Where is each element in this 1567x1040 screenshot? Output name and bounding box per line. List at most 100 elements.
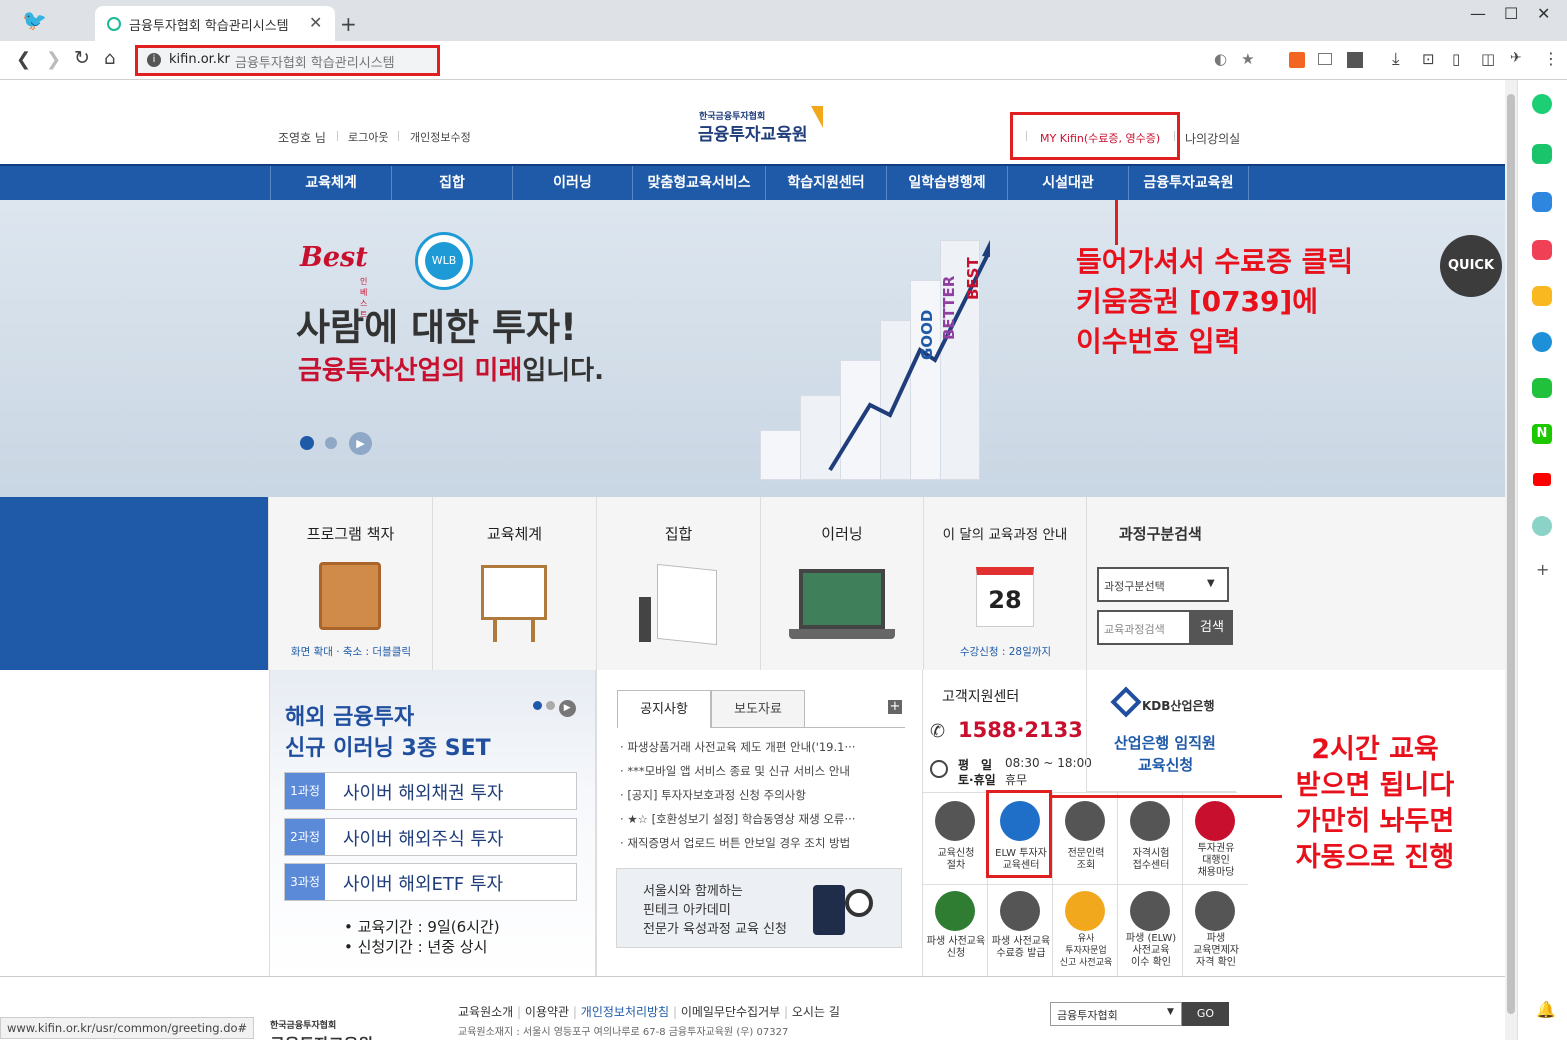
- nav-group[interactable]: 집합: [391, 166, 512, 200]
- course-type-select[interactable]: 과정구분선택 ▼: [1097, 567, 1229, 602]
- annotation-line: 들어가셔서 수료증 클릭: [1076, 245, 1354, 278]
- minimize-icon[interactable]: —: [1470, 4, 1486, 23]
- logout-link[interactable]: 로그아웃: [348, 129, 388, 145]
- sidebar-app-icon[interactable]: [1532, 94, 1552, 114]
- naver-icon[interactable]: N: [1532, 424, 1552, 444]
- privacy-edit-link[interactable]: 개인정보수정: [410, 129, 471, 145]
- svc-exam[interactable]: 자격시험 접수센터: [1118, 793, 1183, 884]
- new-tab-button[interactable]: +: [340, 12, 357, 36]
- notice-more-icon[interactable]: +: [888, 700, 902, 714]
- nav-facility-rental[interactable]: 시설대관: [1007, 166, 1128, 200]
- notice-item[interactable]: · 재직증명서 업로드 버튼 안보일 경우 조치 방법: [620, 835, 850, 851]
- profile-icon[interactable]: ✈: [1510, 50, 1522, 66]
- course-item-1[interactable]: 1과정 사이버 해외채권 투자: [284, 772, 577, 810]
- banner-dot[interactable]: [325, 437, 337, 449]
- svc-elw-confirm[interactable]: 파생 (ELW) 사전교육 이수 확인: [1118, 885, 1183, 976]
- document-icon: [1195, 891, 1235, 931]
- notice-item-text: 파생상품거래 사전교육 제도 개편 안내('19.1···: [627, 740, 856, 754]
- banner-play-icon[interactable]: ▶: [349, 432, 372, 455]
- nav-learning-support[interactable]: 학습지원센터: [765, 166, 886, 200]
- reload-icon[interactable]: ↻: [74, 47, 90, 69]
- nav-work-study[interactable]: 일학습병행제: [886, 166, 1007, 200]
- svc-exempt[interactable]: 파생 교육면제자 자격 확인: [1183, 885, 1248, 976]
- banner-dot-active[interactable]: [300, 436, 314, 450]
- svc-recruit[interactable]: 투자권유 대행인 채용마당: [1183, 793, 1248, 884]
- course-search-input[interactable]: 교육과정검색: [1097, 610, 1191, 645]
- notice-item[interactable]: · 파생상품거래 사전교육 제도 개편 안내('19.1···: [620, 739, 855, 755]
- site-info-icon[interactable]: i: [147, 53, 161, 67]
- promo-dot-active[interactable]: [533, 701, 542, 710]
- home-icon[interactable]: ⌂: [104, 48, 115, 69]
- add-sidebar-icon[interactable]: +: [1536, 560, 1549, 579]
- browser-tab[interactable]: 금융투자협회 학습관리시스템 ✕: [95, 6, 335, 41]
- search-button[interactable]: 검색: [1191, 610, 1233, 645]
- youtube-icon[interactable]: [1533, 473, 1551, 486]
- sidebar-app-icon[interactable]: [1532, 144, 1552, 164]
- go-button[interactable]: GO: [1182, 1002, 1229, 1026]
- extension-icon-3[interactable]: [1347, 52, 1363, 68]
- fintech-banner[interactable]: 서울시와 함께하는 핀테크 아카데미 전문가 육성과정 교육 신청: [616, 868, 902, 948]
- weekday-hours: 08:30 ~ 18:00: [1005, 756, 1092, 770]
- back-icon[interactable]: ❮: [16, 49, 31, 70]
- nav-education-system[interactable]: 교육체계: [270, 166, 391, 200]
- tile-elearning[interactable]: 이러닝: [760, 497, 923, 670]
- tile-group[interactable]: 집합: [596, 497, 760, 670]
- footer-link[interactable]: 교육원소개: [458, 1005, 513, 1019]
- sidebar-app-icon[interactable]: [1532, 516, 1552, 536]
- notice-tab[interactable]: 보도자료: [711, 690, 805, 728]
- reader-icon[interactable]: ▯: [1452, 50, 1460, 68]
- tile-monthly-courses[interactable]: 이 달의 교육과정 안내 28 수강신청 : 28일까지: [923, 497, 1086, 670]
- tile-education-system[interactable]: 교육체계: [432, 497, 596, 670]
- banner-subline-tail: 입니다.: [522, 356, 604, 386]
- svc-derivative-cert[interactable]: 파생 사전교육 수료증 발급: [988, 885, 1053, 976]
- extension-icon[interactable]: [1289, 52, 1305, 68]
- edge-icon[interactable]: [1532, 332, 1552, 352]
- sidebar-app-icon[interactable]: [1532, 378, 1552, 398]
- footer-link[interactable]: 이메일무단수집거부: [681, 1005, 780, 1019]
- sidebar-toggle-icon[interactable]: ◫: [1481, 50, 1495, 68]
- my-kifin-link[interactable]: MY Kifin(수료증, 영수증): [1040, 130, 1160, 146]
- vertical-scrollbar[interactable]: [1505, 80, 1517, 1040]
- tab-close-icon[interactable]: ✕: [309, 13, 322, 32]
- nav-kifin[interactable]: 금융투자교육원: [1128, 166, 1249, 200]
- svc-derivative-apply[interactable]: 파생 사전교육 신청: [923, 885, 988, 976]
- svc-advisory[interactable]: 유사 투자자문업 신고 사전교육: [1053, 885, 1118, 976]
- forward-icon[interactable]: ❯: [46, 49, 61, 70]
- maximize-icon[interactable]: ☐: [1504, 4, 1518, 23]
- screenshot-icon[interactable]: ⊡: [1422, 50, 1435, 68]
- pocket-icon[interactable]: [1532, 240, 1552, 260]
- footer-link[interactable]: 이용약관: [525, 1005, 569, 1019]
- footer-link[interactable]: 오시는 길: [792, 1005, 840, 1019]
- download-icon[interactable]: ⤓: [1392, 49, 1400, 69]
- course-item-2[interactable]: 2과정 사이버 해외주식 투자: [284, 818, 577, 856]
- svc-procedure[interactable]: 교육신청 절차: [923, 793, 988, 884]
- my-classroom-link[interactable]: 나의강의실: [1185, 130, 1240, 147]
- address-bar[interactable]: i kifin.or.kr 금융투자협회 학습관리시스템: [135, 45, 440, 76]
- family-site-select[interactable]: 금융투자협회 ▼: [1050, 1002, 1182, 1026]
- notice-item[interactable]: · [공지] 투자자보호과정 신청 주의사항: [620, 787, 806, 803]
- nav-custom-service[interactable]: 맞춤형교육서비스: [632, 166, 765, 200]
- notice-tab-active[interactable]: 공지사항: [617, 690, 711, 728]
- notice-item[interactable]: · ★☆ [호환성보기 설정] 학습동영상 재생 오류···: [620, 811, 855, 827]
- footer-link-privacy[interactable]: 개인정보처리방침: [581, 1005, 669, 1019]
- close-window-icon[interactable]: ✕: [1537, 4, 1550, 23]
- svc-professional[interactable]: 전문인력 조회: [1053, 793, 1118, 884]
- nav-elearning[interactable]: 이러닝: [512, 166, 632, 200]
- notice-item[interactable]: · ***모바일 앱 서비스 종료 및 신규 서비스 안내: [620, 763, 850, 779]
- star-app-icon[interactable]: [1532, 286, 1552, 306]
- quick-menu-button[interactable]: QUICK: [1440, 235, 1502, 297]
- kdb-panel[interactable]: KDB산업은행 산업은행 임직원 교육신청: [1086, 670, 1236, 792]
- weekend-label: 토·휴일: [958, 773, 996, 787]
- extension-icon-2[interactable]: [1318, 53, 1332, 65]
- wlb-badge: WLB: [415, 232, 473, 290]
- menu-icon[interactable]: ⋮: [1543, 49, 1559, 68]
- promo-play-icon[interactable]: ▶: [558, 700, 576, 717]
- scrollbar-thumb[interactable]: [1507, 94, 1515, 1014]
- notification-bell-icon[interactable]: 🔔: [1536, 1000, 1556, 1019]
- promo-dot[interactable]: [545, 701, 555, 710]
- course-item-3[interactable]: 3과정 사이버 해외ETF 투자: [284, 863, 577, 901]
- tile-program-book[interactable]: 프로그램 책자 화면 확대 · 축소 : 더블클릭: [268, 497, 432, 670]
- main-banner: Best 인베스트 WLB 사람에 대한 투자! 금융투자산업의 미래입니다. …: [0, 200, 1505, 497]
- site-logo[interactable]: 한국금융투자협회 금융투자교육원: [695, 106, 835, 146]
- sidebar-app-icon[interactable]: [1532, 192, 1552, 212]
